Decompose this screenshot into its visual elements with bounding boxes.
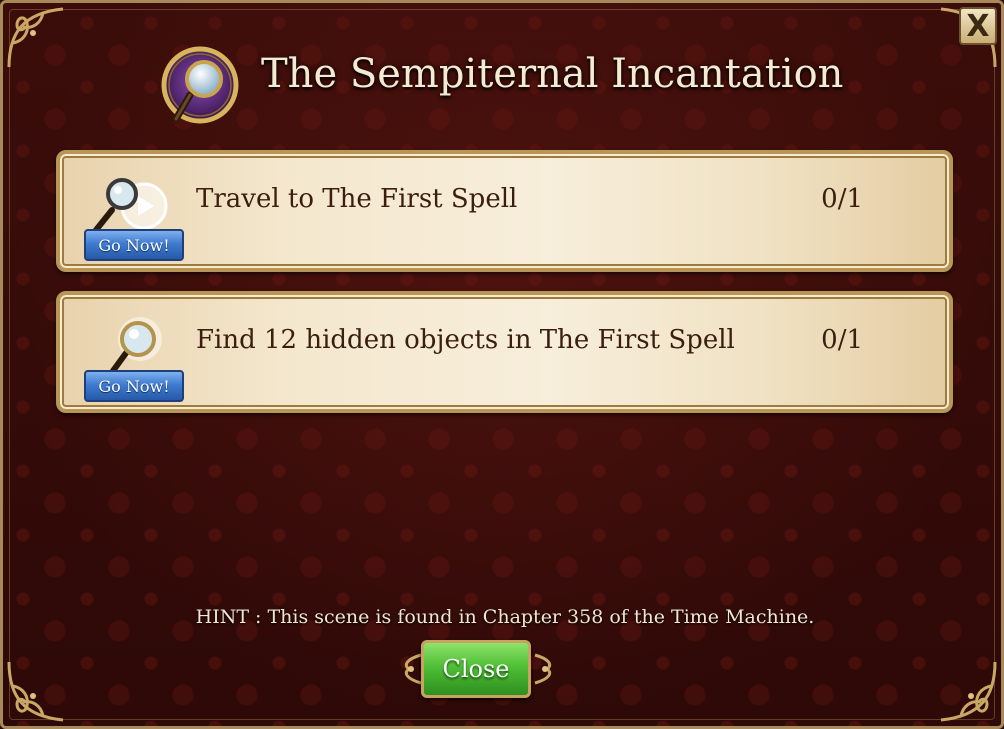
task-row: Go Now! Travel to The First Spell 0/1 xyxy=(56,150,953,272)
go-now-button[interactable]: Go Now! xyxy=(84,370,184,402)
magnifying-glass-icon xyxy=(161,46,239,124)
corner-ornament-icon xyxy=(940,661,997,722)
task-row: Go Now! Find 12 hidden objects in The Fi… xyxy=(56,291,953,413)
task-description: Travel to The First Spell xyxy=(196,184,518,214)
task-progress: 0/1 xyxy=(821,184,863,214)
task-description: Find 12 hidden objects in The First Spel… xyxy=(196,325,735,355)
corner-ornament-icon xyxy=(7,661,64,722)
quest-dialog: X The Sempiternal Incantation Go Now! Tr… xyxy=(0,0,1004,729)
hint-text: HINT : This scene is found in Chapter 35… xyxy=(195,606,815,628)
task-progress: 0/1 xyxy=(821,325,863,355)
go-now-button[interactable]: Go Now! xyxy=(84,229,184,261)
close-button[interactable]: Close xyxy=(421,640,531,698)
corner-ornament-icon xyxy=(7,7,64,68)
flourish-ornament-icon xyxy=(534,653,552,685)
dialog-title: The Sempiternal Incantation xyxy=(261,51,844,97)
close-dialog-button[interactable]: X xyxy=(959,7,997,45)
